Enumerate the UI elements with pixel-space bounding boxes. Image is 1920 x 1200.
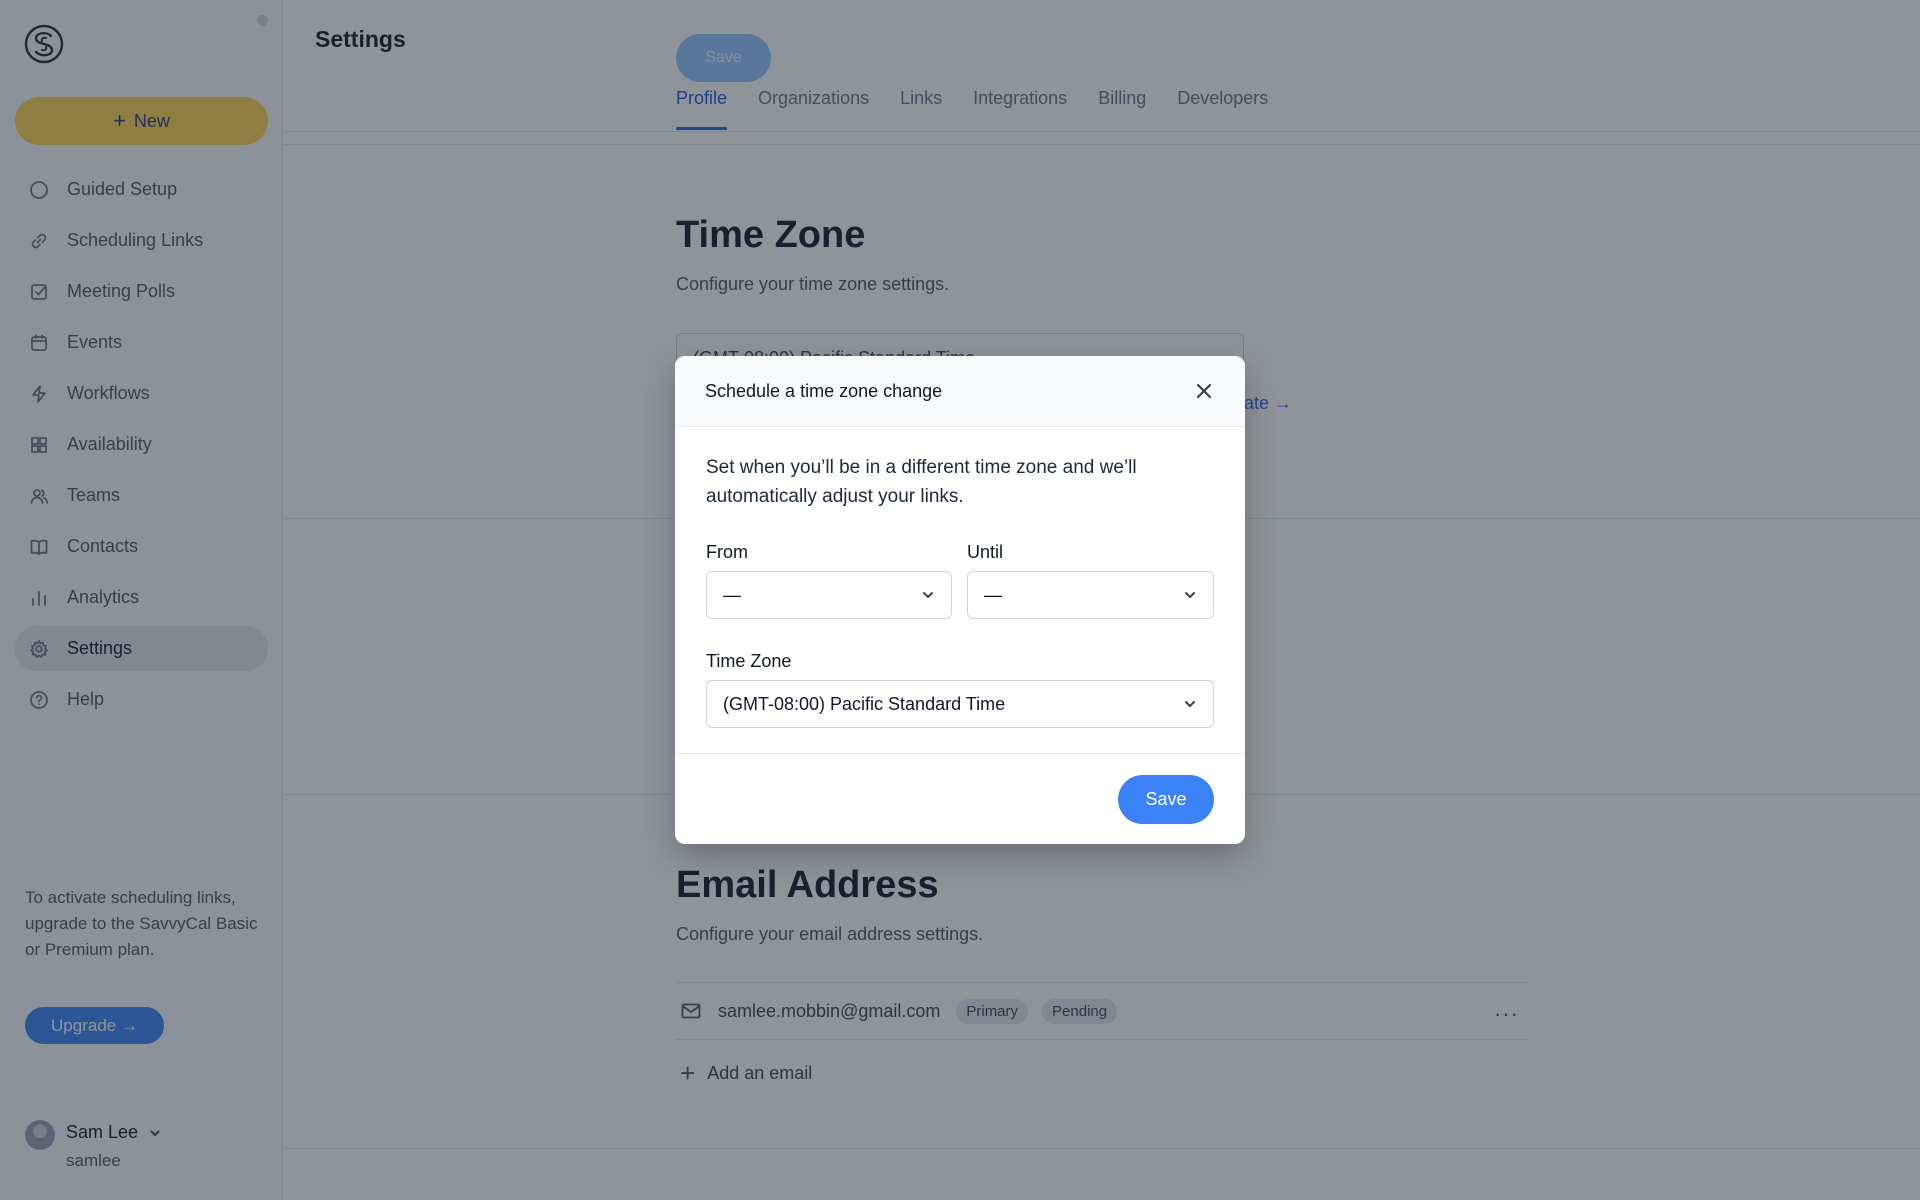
until-select[interactable]: — bbox=[967, 571, 1214, 619]
from-select[interactable]: — bbox=[706, 571, 952, 619]
time-zone-change-modal: Schedule a time zone change Set when you… bbox=[675, 356, 1245, 844]
chevron-down-icon bbox=[1185, 592, 1195, 598]
modal-description: Set when you’ll be in a different time z… bbox=[706, 457, 1137, 507]
until-value: — bbox=[984, 584, 1002, 605]
from-value: — bbox=[723, 584, 741, 605]
modal-time-zone-select[interactable]: (GMT-08:00) Pacific Standard Time bbox=[706, 680, 1214, 728]
close-icon[interactable] bbox=[1193, 380, 1215, 402]
time-zone-value: (GMT-08:00) Pacific Standard Time bbox=[723, 693, 1006, 714]
until-label: Until bbox=[967, 542, 1004, 562]
modal-header: Schedule a time zone change bbox=[675, 356, 1245, 427]
time-zone-label: Time Zone bbox=[706, 651, 792, 671]
chevron-down-icon bbox=[1185, 701, 1195, 707]
chevron-down-icon bbox=[923, 592, 933, 598]
modal-save-button[interactable]: Save bbox=[1118, 775, 1214, 824]
from-label: From bbox=[706, 542, 748, 562]
modal-footer-divider bbox=[675, 753, 1245, 754]
modal-title: Schedule a time zone change bbox=[705, 380, 943, 401]
